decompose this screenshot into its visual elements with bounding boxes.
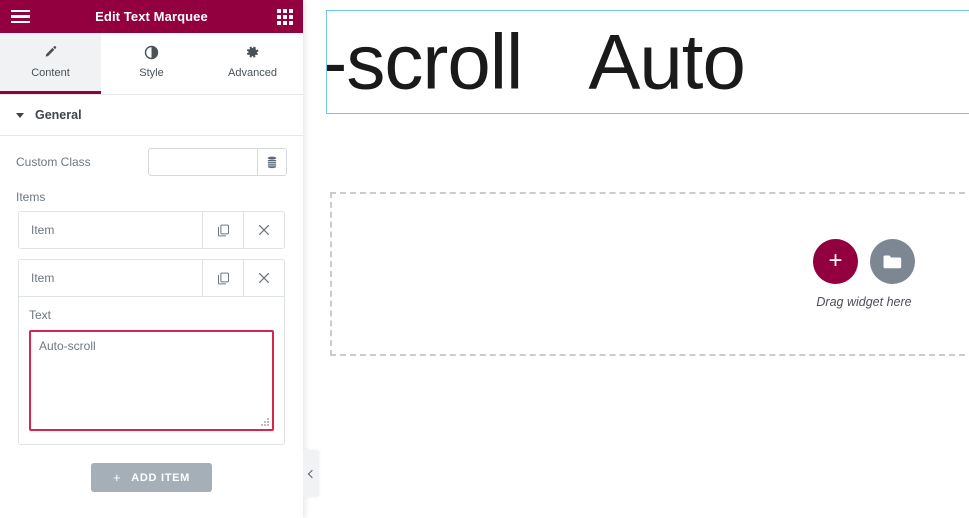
tab-advanced-label: Advanced bbox=[228, 67, 277, 79]
repeater-item-body: Text bbox=[19, 296, 284, 444]
dropzone-content: + Drag widget here bbox=[813, 239, 915, 309]
tab-advanced[interactable]: Advanced bbox=[202, 33, 303, 94]
template-library-button[interactable] bbox=[870, 239, 915, 284]
add-item-row: + ADD ITEM bbox=[0, 455, 303, 492]
repeater-item-header[interactable]: Item bbox=[19, 260, 284, 296]
close-icon[interactable] bbox=[243, 212, 284, 248]
tab-style[interactable]: Style bbox=[101, 33, 202, 94]
custom-class-row: Custom Class bbox=[0, 136, 303, 176]
section-general-header[interactable]: General bbox=[0, 95, 303, 136]
copy-icon[interactable] bbox=[202, 212, 243, 248]
repeater-item-title[interactable]: Item bbox=[19, 260, 202, 296]
custom-class-input[interactable] bbox=[149, 149, 257, 175]
custom-class-field bbox=[148, 148, 287, 176]
text-marquee-widget[interactable]: o-scroll Auto bbox=[326, 10, 969, 114]
copy-icon[interactable] bbox=[202, 260, 243, 296]
text-field-label: Text bbox=[29, 308, 52, 322]
tab-content-label: Content bbox=[31, 67, 70, 79]
add-item-button[interactable]: + ADD ITEM bbox=[90, 463, 213, 492]
panel-header: Edit Text Marquee bbox=[0, 0, 303, 33]
pencil-icon bbox=[43, 45, 58, 60]
marquee-text-part-2: Auto bbox=[588, 17, 745, 106]
text-input[interactable] bbox=[29, 330, 274, 431]
plus-icon: + bbox=[828, 246, 843, 274]
widgets-grid-icon[interactable] bbox=[277, 8, 293, 25]
tab-content[interactable]: Content bbox=[0, 33, 101, 94]
editor-panel: Edit Text Marquee Content Style Advanced… bbox=[0, 0, 303, 518]
gear-icon bbox=[245, 45, 260, 60]
chevron-down-icon bbox=[16, 113, 24, 118]
repeater-item-header[interactable]: Item bbox=[19, 212, 284, 248]
items-label: Items bbox=[16, 190, 46, 204]
close-icon[interactable] bbox=[243, 260, 284, 296]
editor-canvas: o-scroll Auto + Drag widget here bbox=[303, 0, 969, 518]
items-repeater: Item Item Text Auto-scroll bbox=[0, 211, 303, 445]
text-field-wrapper bbox=[29, 330, 274, 431]
contrast-circle-icon bbox=[144, 45, 159, 60]
repeater-item: Item bbox=[18, 259, 285, 445]
add-item-label: ADD ITEM bbox=[131, 471, 191, 484]
plus-icon: + bbox=[112, 470, 122, 485]
widget-dropzone[interactable]: + Drag widget here bbox=[330, 192, 969, 356]
marquee-text-part-1: o-scroll bbox=[327, 17, 523, 106]
folder-icon bbox=[883, 255, 902, 269]
repeater-item: Item bbox=[18, 211, 285, 249]
dropzone-caption: Drag widget here bbox=[816, 295, 912, 309]
custom-class-label: Custom Class bbox=[16, 155, 91, 169]
elementor-editor: Edit Text Marquee Content Style Advanced… bbox=[0, 0, 969, 518]
add-widget-button[interactable]: + bbox=[813, 239, 858, 284]
panel-body: Custom Class Items Item Item Text Auto-s… bbox=[0, 136, 303, 518]
section-general-title: General bbox=[35, 108, 82, 122]
database-stack-icon[interactable] bbox=[257, 149, 286, 175]
panel-title: Edit Text Marquee bbox=[95, 9, 208, 24]
tab-style-label: Style bbox=[139, 67, 164, 79]
panel-tabs: Content Style Advanced bbox=[0, 33, 303, 95]
repeater-item-title[interactable]: Item bbox=[19, 212, 202, 248]
chevron-left-icon bbox=[307, 469, 317, 478]
panel-collapse-handle[interactable] bbox=[303, 450, 319, 497]
dropzone-buttons: + bbox=[813, 239, 915, 284]
marquee-text: o-scroll Auto bbox=[327, 17, 746, 108]
